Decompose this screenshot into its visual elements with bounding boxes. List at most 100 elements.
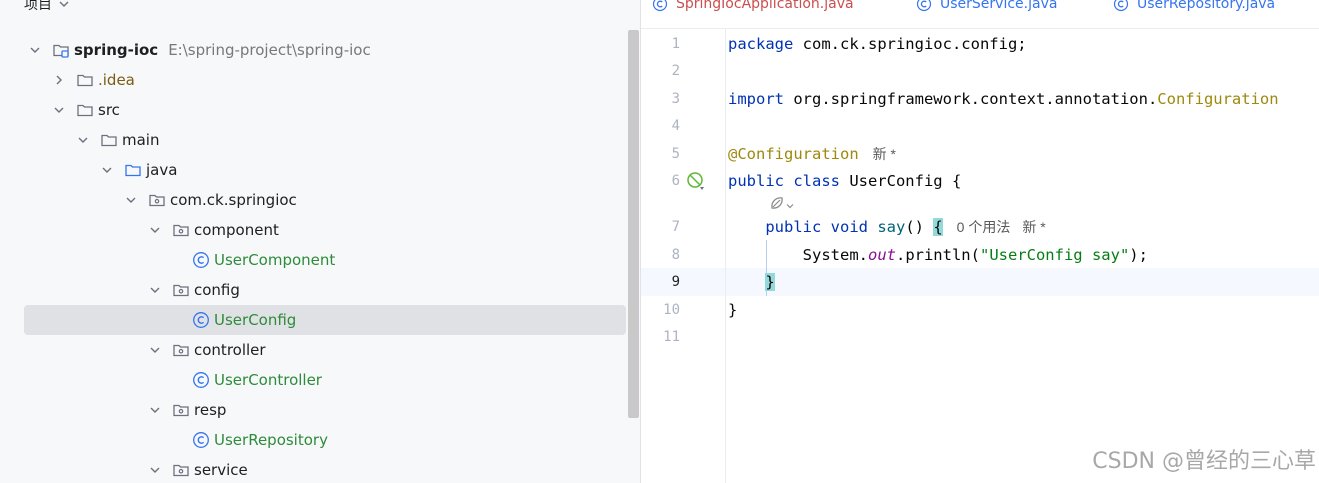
line-number: 2 <box>671 63 680 79</box>
chevron-down-icon[interactable] <box>148 283 162 297</box>
tree-item-userconfig[interactable]: UserConfig <box>24 305 626 335</box>
bean-icon <box>769 195 785 215</box>
line-number: 8 <box>671 247 680 263</box>
code-text: () <box>905 218 934 236</box>
code-method-name: say <box>877 218 906 236</box>
tree-item-label: UserRepository <box>214 431 328 449</box>
line-number: 4 <box>671 118 680 134</box>
line-number: 1 <box>671 36 680 52</box>
folder-icon <box>76 71 94 89</box>
code-line-6: public class UserConfig { <box>728 171 961 191</box>
module-folder-icon <box>52 41 70 59</box>
spring-boot-class-icon <box>652 0 668 12</box>
class-icon <box>916 0 932 12</box>
tree-item-usercomponent[interactable]: UserComponent <box>24 245 626 275</box>
code-line-8: System.out.println("UserConfig say"); <box>728 245 1148 265</box>
chevron-down-icon[interactable] <box>58 0 70 10</box>
spring-bean-gutter-icon[interactable] <box>686 171 706 191</box>
line-number: 5 <box>671 146 680 162</box>
tab-label: UserRepository.java <box>1137 0 1276 12</box>
tree-item-resp[interactable]: resp <box>24 395 626 425</box>
project-panel-header[interactable]: 项目 <box>24 0 70 16</box>
tab-springiocapplication[interactable]: SpringIocApplication.java <box>652 0 854 16</box>
package-icon <box>172 341 190 359</box>
chevron-down-icon[interactable] <box>124 193 138 207</box>
chevron-down-icon[interactable] <box>52 103 66 117</box>
tree-item-src[interactable]: src <box>24 95 626 125</box>
matched-brace: { <box>933 218 943 236</box>
chevron-down-icon[interactable] <box>76 133 90 147</box>
project-panel-title: 项目 <box>24 0 52 13</box>
root-project-path: E:\spring-project\spring-ioc <box>168 41 371 59</box>
line-number: 7 <box>671 219 680 235</box>
code-text: .println( <box>895 246 980 264</box>
tree-item-label: resp <box>194 401 227 419</box>
tree-item-controller[interactable]: controller <box>24 335 626 365</box>
code-keyword: import <box>728 90 784 108</box>
tree-item-label: main <box>122 131 160 149</box>
class-icon <box>192 431 210 449</box>
code-line-9: } <box>728 272 775 292</box>
author-inlay-hint[interactable]: 新 * <box>873 146 896 162</box>
tree-item-service[interactable]: service <box>24 455 626 483</box>
tree-item-label: controller <box>194 341 266 359</box>
tree-item-label: src <box>98 101 120 119</box>
chevron-down-icon[interactable] <box>148 403 162 417</box>
package-icon <box>172 281 190 299</box>
code-text: UserConfig { <box>839 172 962 190</box>
tree-item-idea[interactable]: .idea <box>24 65 626 95</box>
tree-item-config[interactable]: config <box>24 275 626 305</box>
code-line-1: package com.ck.springioc.config; <box>728 34 1027 54</box>
chevron-right-icon[interactable] <box>52 73 66 87</box>
tree-item-usercontroller[interactable]: UserController <box>24 365 626 395</box>
class-icon <box>192 311 210 329</box>
tab-userrepository[interactable]: UserRepository.java <box>1113 0 1275 16</box>
code-annotation: @Configuration <box>728 145 859 163</box>
chevron-down-icon[interactable] <box>148 463 162 477</box>
tree-item-label: .idea <box>98 71 135 89</box>
tree-item-com-ck-springioc[interactable]: com.ck.springioc <box>24 185 626 215</box>
usages-inlay-hint[interactable]: 0 个用法 <box>957 219 1011 235</box>
package-icon <box>172 461 190 479</box>
gutter-separator <box>725 29 726 483</box>
author-inlay-hint[interactable]: 新 * <box>1022 219 1045 235</box>
chevron-down-icon[interactable] <box>148 343 162 357</box>
tab-userservice[interactable]: UserService.java <box>916 0 1057 16</box>
folder-icon <box>76 101 94 119</box>
code-text: com.ck.springioc.config; <box>793 35 1027 53</box>
watermark: CSDN @曾经的三心草 <box>1092 449 1316 474</box>
project-panel: 项目 spring-ioc E:\spring-project\spring-i… <box>0 0 640 483</box>
tree-item-component[interactable]: component <box>24 215 626 245</box>
code-keyword: package <box>728 35 794 53</box>
package-icon <box>148 191 166 209</box>
code-line-5: @Configuration 新 * <box>728 144 896 164</box>
code-class-name: Configuration <box>1157 90 1279 108</box>
chevron-down-icon[interactable] <box>28 43 42 57</box>
tree-item-label: component <box>194 221 279 239</box>
bean-inlay-hint[interactable] <box>769 195 795 215</box>
tree-item-userrepository[interactable]: UserRepository <box>24 425 626 455</box>
code-text: } <box>728 301 738 319</box>
project-scrollbar[interactable] <box>628 30 639 418</box>
code-editor[interactable]: 1 2 3 4 5 6 7 8 9 10 11 package com.ck.s… <box>641 29 1319 483</box>
line-number: 3 <box>671 91 680 107</box>
tree-item-main[interactable]: main <box>24 125 626 155</box>
line-number: 6 <box>671 173 680 189</box>
package-icon <box>172 401 190 419</box>
tree-item-label: com.ck.springioc <box>170 191 297 209</box>
code-string: "UserConfig say" <box>979 246 1130 264</box>
tree-item-label: service <box>194 461 248 479</box>
tree-item-label: UserConfig <box>214 311 297 329</box>
tree-item-label: UserController <box>214 371 322 389</box>
source-folder-icon <box>124 161 142 179</box>
chevron-down-icon[interactable] <box>148 223 162 237</box>
code-keyword: public void <box>765 218 868 236</box>
tab-label: SpringIocApplication.java <box>676 0 854 12</box>
chevron-down-icon[interactable] <box>100 163 114 177</box>
class-icon <box>192 251 210 269</box>
tab-label: UserService.java <box>940 0 1058 12</box>
tree-item-spring-ioc[interactable]: spring-ioc E:\spring-project\spring-ioc <box>24 35 626 65</box>
tree-item-java[interactable]: java <box>24 155 626 185</box>
tree-item-label: UserComponent <box>214 251 336 269</box>
line-number: 10 <box>663 302 680 318</box>
